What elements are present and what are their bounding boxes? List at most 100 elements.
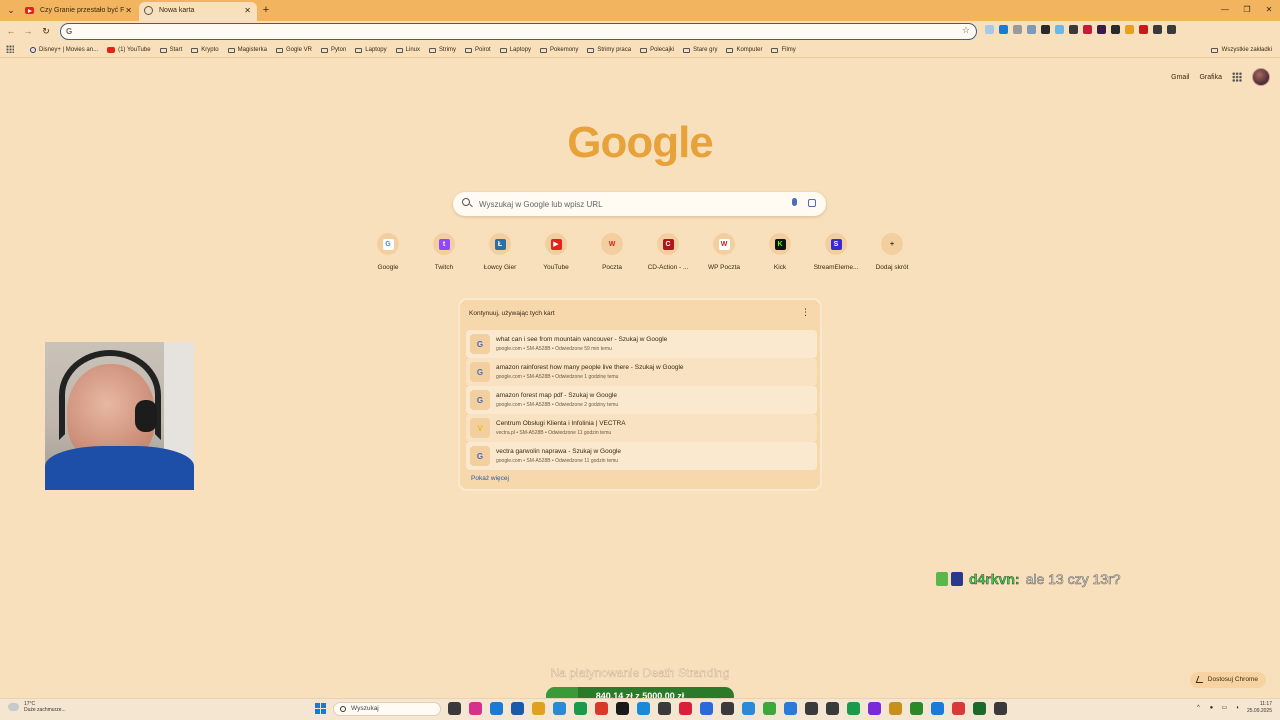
taskbar-app-icon[interactable] [742, 702, 755, 715]
bookmark-item[interactable]: Linux [395, 47, 420, 53]
recent-tab-row[interactable]: Gvectra garwolin naprawa - Szukaj w Goog… [466, 442, 817, 470]
taskbar-app-icon[interactable] [931, 702, 944, 715]
taskbar-app-icon[interactable] [910, 702, 923, 715]
new-tab-button[interactable]: + [259, 2, 273, 18]
microphone-icon[interactable]: ● [1208, 705, 1215, 712]
minimize-icon[interactable]: — [1214, 0, 1236, 21]
extension-icon[interactable] [1139, 25, 1148, 34]
windows-start-icon[interactable] [315, 703, 326, 714]
taskbar-app-icon[interactable] [889, 702, 902, 715]
taskbar-app-icon[interactable] [637, 702, 650, 715]
bookmark-item[interactable]: Strimy praca [587, 47, 631, 53]
taskbar-search[interactable]: Wyszukaj [333, 702, 441, 716]
taskbar-app-icon[interactable] [868, 702, 881, 715]
volume-icon[interactable]: ◖ [1234, 705, 1241, 712]
shortcut-tile[interactable]: S StreamEleme... [808, 233, 864, 271]
close-icon[interactable]: ✕ [125, 2, 132, 19]
bookmark-item[interactable]: Magisterka [227, 47, 267, 53]
extension-icon[interactable] [1153, 25, 1162, 34]
extension-icon[interactable] [985, 25, 994, 34]
taskbar-app-icon[interactable] [994, 702, 1007, 715]
bookmark-item[interactable]: Krypto [191, 47, 219, 53]
taskbar-app-icon[interactable] [553, 702, 566, 715]
extension-icon[interactable] [1013, 25, 1022, 34]
extension-icon[interactable] [1111, 25, 1120, 34]
taskbar-app-icon[interactable] [826, 702, 839, 715]
taskbar-app-icon[interactable] [616, 702, 629, 715]
taskbar-app-icon[interactable] [700, 702, 713, 715]
extension-icon[interactable] [1097, 25, 1106, 34]
taskbar-app-icon[interactable] [721, 702, 734, 715]
shortcut-tile[interactable]: Ł Łowcy Gier [472, 233, 528, 271]
account-avatar[interactable] [1252, 68, 1270, 86]
bookmark-item[interactable]: Strimy [429, 47, 456, 53]
microphone-icon[interactable] [792, 198, 797, 206]
tab-youtube-video[interactable]: Czy Granie przestało być FAJNE ✕ [20, 2, 138, 21]
extension-icon[interactable] [1069, 25, 1078, 34]
bookmark-item[interactable]: (1) YouTube [107, 47, 151, 53]
extension-icon[interactable] [1167, 25, 1176, 34]
taskbar-app-icon[interactable] [595, 702, 608, 715]
bookmark-item[interactable]: Laptopy [499, 47, 531, 53]
search-input[interactable] [479, 196, 779, 212]
bookmark-item[interactable]: Disney+ | Movies an... [30, 47, 98, 53]
shortcut-tile[interactable]: W Poczta [584, 233, 640, 271]
recent-tab-row[interactable]: Gamazon forest map pdf - Szukaj w Google… [466, 386, 817, 414]
taskbar-app-icon[interactable] [805, 702, 818, 715]
taskbar-app-icon[interactable] [490, 702, 503, 715]
recent-tab-row[interactable]: Gamazon rainforest how many people live … [466, 358, 817, 386]
extension-icon[interactable] [1125, 25, 1134, 34]
taskbar-app-icon[interactable] [973, 702, 986, 715]
bookmark-item[interactable]: Gogle VR [275, 47, 312, 53]
chevron-up-icon[interactable]: ^ [1195, 705, 1202, 712]
close-icon[interactable]: ✕ [244, 2, 251, 19]
back-arrow-icon[interactable]: ← [4, 24, 18, 38]
google-search-box[interactable] [453, 192, 826, 216]
taskbar-app-icon[interactable] [679, 702, 692, 715]
taskbar-app-icon[interactable] [532, 702, 545, 715]
bookmark-star-icon[interactable]: ☆ [962, 25, 970, 36]
apps-grid-icon[interactable] [6, 45, 14, 53]
taskbar-app-icon[interactable] [574, 702, 587, 715]
google-lens-icon[interactable] [808, 199, 816, 207]
gmail-link[interactable]: Gmail [1171, 74, 1189, 81]
extension-icon[interactable] [1083, 25, 1092, 34]
all-bookmarks[interactable]: Wszystkie zakładki [1210, 42, 1272, 58]
taskbar-clock[interactable]: 11:17 25.09.2025 [1247, 701, 1272, 715]
bookmark-item[interactable]: Poirot [465, 47, 491, 53]
bookmark-item[interactable]: Stare gry [683, 47, 717, 53]
shortcut-tile[interactable]: t Twitch [416, 233, 472, 271]
google-apps-icon[interactable] [1232, 72, 1242, 82]
shortcut-tile[interactable]: C CD-Action - ... [640, 233, 696, 271]
network-icon[interactable]: ▭ [1221, 705, 1228, 712]
extension-icon[interactable] [1027, 25, 1036, 34]
close-window-icon[interactable]: ✕ [1258, 0, 1280, 21]
taskbar-app-icon[interactable] [763, 702, 776, 715]
bookmark-item[interactable]: Start [159, 47, 182, 53]
taskbar-app-icon[interactable] [448, 702, 461, 715]
taskbar-app-icon[interactable] [469, 702, 482, 715]
taskbar-app-icon[interactable] [511, 702, 524, 715]
bookmark-item[interactable]: Filmy [771, 47, 796, 53]
images-link[interactable]: Grafika [1199, 74, 1222, 81]
shortcut-tile[interactable]: K Kick [752, 233, 808, 271]
shortcut-tile[interactable]: + Dodaj skrót [864, 233, 920, 271]
reload-icon[interactable]: ↻ [39, 24, 53, 38]
forward-arrow-icon[interactable]: → [21, 24, 35, 38]
taskbar-app-icon[interactable] [658, 702, 671, 715]
more-options-icon[interactable]: ⋮ [801, 308, 810, 317]
taskbar-app-icon[interactable] [847, 702, 860, 715]
bookmark-item[interactable]: Pyton [320, 47, 346, 53]
bookmark-item[interactable]: Laptopy [355, 47, 387, 53]
recent-tab-row[interactable]: V Centrum Obsługi Klienta i Infolinia | V… [466, 414, 817, 442]
taskbar-app-icon[interactable] [952, 702, 965, 715]
show-more-link[interactable]: Pokaż więcej [471, 475, 509, 482]
taskbar-app-icon[interactable] [784, 702, 797, 715]
bookmark-item[interactable]: Polecajki [640, 47, 674, 53]
tab-new-tab[interactable]: Nowa karta ✕ [139, 2, 257, 21]
shortcut-tile[interactable]: ▶ YouTube [528, 233, 584, 271]
address-bar[interactable]: G ☆ [60, 23, 977, 40]
extension-icon[interactable] [999, 25, 1008, 34]
bookmark-item[interactable]: Pokemony [540, 47, 578, 53]
customize-chrome-button[interactable]: Dostosuj Chrome [1189, 672, 1266, 688]
